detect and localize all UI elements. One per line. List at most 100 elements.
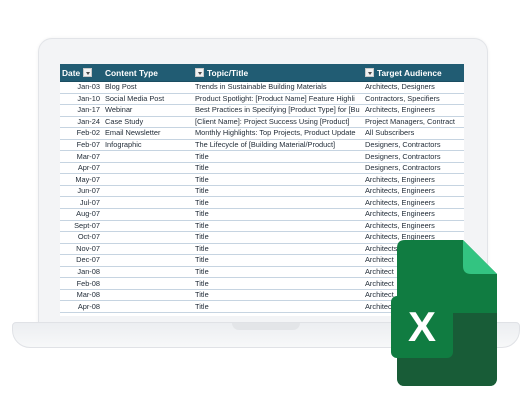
- cell-audience[interactable]: Designers, Contractors: [363, 162, 464, 175]
- cell-date[interactable]: Feb-02: [60, 127, 103, 140]
- cell-content-type[interactable]: [103, 243, 193, 256]
- cell-audience[interactable]: Contractors, Specifiers: [363, 93, 464, 106]
- cell-date[interactable]: Dec-07: [60, 254, 103, 267]
- cell-topic[interactable]: Title: [193, 266, 363, 279]
- cell-topic[interactable]: Trends in Sustainable Building Materials: [193, 81, 363, 94]
- cell-content-type[interactable]: [103, 162, 193, 175]
- excel-logo-icon: X: [391, 240, 497, 386]
- cell-content-type[interactable]: [103, 220, 193, 233]
- cell-topic[interactable]: Title: [193, 162, 363, 175]
- cell-date[interactable]: Jan-08: [60, 266, 103, 279]
- header-audience: Target Audience: [363, 64, 464, 82]
- cell-date[interactable]: Aug-07: [60, 208, 103, 221]
- cell-topic[interactable]: Best Practices in Specifying [Product Ty…: [193, 104, 363, 117]
- cell-date[interactable]: Oct-07: [60, 231, 103, 244]
- table-row: Mar-07 Title Designers, Contractors: [60, 150, 464, 163]
- cell-date[interactable]: Apr-07: [60, 162, 103, 175]
- header-row: Date Content Type Topic/Title Target Aud…: [60, 64, 464, 82]
- cell-date[interactable]: Apr-08: [60, 300, 103, 313]
- table-row: Aug-07 Title Architects, Engineers: [60, 208, 464, 221]
- filter-dropdown-icon[interactable]: [195, 68, 204, 77]
- cell-audience[interactable]: Architects, Engineers: [363, 104, 464, 117]
- cell-topic[interactable]: Title: [193, 173, 363, 186]
- cell-date[interactable]: Jun-07: [60, 185, 103, 198]
- cell-audience[interactable]: Architects, Engineers: [363, 185, 464, 198]
- cell-topic[interactable]: Product Spotlight: [Product Name] Featur…: [193, 93, 363, 106]
- cell-audience[interactable]: All Subscribers: [363, 127, 464, 140]
- cell-content-type[interactable]: [103, 300, 193, 313]
- cell-content-type[interactable]: [103, 277, 193, 290]
- header-audience-label: Target Audience: [377, 67, 442, 78]
- header-date-label: Date: [62, 67, 81, 78]
- cell-content-type[interactable]: Infographic: [103, 139, 193, 152]
- cell-date[interactable]: Jan-17: [60, 104, 103, 117]
- cell-content-type[interactable]: Blog Post: [103, 81, 193, 94]
- table-row: Feb-07 Infographic The Lifecycle of [Build…: [60, 139, 464, 152]
- table-row: Jun-07 Title Architects, Engineers: [60, 185, 464, 198]
- cell-date[interactable]: Jan-24: [60, 116, 103, 129]
- cell-audience[interactable]: Architects, Engineers: [363, 220, 464, 233]
- cell-content-type[interactable]: [103, 266, 193, 279]
- excel-logo-letter: X: [408, 303, 436, 350]
- cell-audience[interactable]: Designers, Contractors: [363, 150, 464, 163]
- table-row: May-07 Title Architects, Engineers: [60, 173, 464, 186]
- cell-topic[interactable]: Title: [193, 231, 363, 244]
- cell-content-type[interactable]: [103, 289, 193, 302]
- cell-audience[interactable]: Architects, Designers: [363, 81, 464, 94]
- filter-dropdown-icon[interactable]: [365, 68, 374, 77]
- cell-date[interactable]: Sept-07: [60, 220, 103, 233]
- cell-topic[interactable]: Title: [193, 277, 363, 290]
- product-mockup: Date Content Type Topic/Title Target Aud…: [0, 0, 532, 407]
- cell-date[interactable]: Jan-10: [60, 93, 103, 106]
- cell-date[interactable]: Feb-07: [60, 139, 103, 152]
- cell-topic[interactable]: Title: [193, 254, 363, 267]
- cell-topic[interactable]: The Lifecycle of [Building Material/Prod…: [193, 139, 363, 152]
- cell-content-type[interactable]: [103, 208, 193, 221]
- cell-audience[interactable]: Architects, Engineers: [363, 173, 464, 186]
- cell-topic[interactable]: Title: [193, 243, 363, 256]
- cell-topic[interactable]: Title: [193, 300, 363, 313]
- table-row: Sept-07 Title Architects, Engineers: [60, 220, 464, 233]
- header-content-type: Content Type: [103, 64, 193, 82]
- cell-content-type[interactable]: [103, 196, 193, 209]
- cell-audience[interactable]: Architects, Engineers: [363, 196, 464, 209]
- cell-date[interactable]: Mar-08: [60, 289, 103, 302]
- cell-audience[interactable]: Project Managers, Contract: [363, 116, 464, 129]
- table-row: Feb-02 Email Newsletter Monthly Highlights…: [60, 127, 464, 140]
- cell-content-type[interactable]: [103, 150, 193, 163]
- cell-content-type[interactable]: Social Media Post: [103, 93, 193, 106]
- table-row: Apr-07 Title Designers, Contractors: [60, 162, 464, 175]
- cell-date[interactable]: Feb-08: [60, 277, 103, 290]
- cell-audience[interactable]: Designers, Contractors: [363, 139, 464, 152]
- cell-content-type[interactable]: Email Newsletter: [103, 127, 193, 140]
- cell-content-type[interactable]: [103, 185, 193, 198]
- cell-topic[interactable]: Title: [193, 150, 363, 163]
- laptop-notch: [232, 323, 300, 330]
- header-topic-label: Topic/Title: [207, 67, 249, 78]
- cell-topic[interactable]: Title: [193, 208, 363, 221]
- excel-page-fold: [463, 240, 497, 274]
- cell-topic[interactable]: [Client Name]: Project Success Using [Pr…: [193, 116, 363, 129]
- cell-content-type[interactable]: [103, 173, 193, 186]
- cell-content-type[interactable]: [103, 254, 193, 267]
- cell-content-type[interactable]: Webinar: [103, 104, 193, 117]
- cell-date[interactable]: Jan-03: [60, 81, 103, 94]
- cell-topic[interactable]: Monthly Highlights: Top Projects, Produc…: [193, 127, 363, 140]
- table-row: Jan-17 Webinar Best Practices in Specifyin…: [60, 104, 464, 117]
- cell-topic[interactable]: Title: [193, 220, 363, 233]
- table-row: Jul-07 Title Architects, Engineers: [60, 196, 464, 209]
- header-topic: Topic/Title: [193, 64, 363, 82]
- cell-date[interactable]: May-07: [60, 173, 103, 186]
- table-row: Jan-24 Case Study [Client Name]: Project S…: [60, 116, 464, 129]
- cell-topic[interactable]: Title: [193, 196, 363, 209]
- cell-content-type[interactable]: [103, 231, 193, 244]
- table-row: Jan-03 Blog Post Trends in Sustainable Bui…: [60, 81, 464, 94]
- cell-content-type[interactable]: Case Study: [103, 116, 193, 129]
- cell-date[interactable]: Jul-07: [60, 196, 103, 209]
- cell-audience[interactable]: Architects, Engineers: [363, 208, 464, 221]
- cell-date[interactable]: Mar-07: [60, 150, 103, 163]
- cell-date[interactable]: Nov-07: [60, 243, 103, 256]
- cell-topic[interactable]: Title: [193, 185, 363, 198]
- filter-dropdown-icon[interactable]: [83, 68, 93, 77]
- cell-topic[interactable]: Title: [193, 289, 363, 302]
